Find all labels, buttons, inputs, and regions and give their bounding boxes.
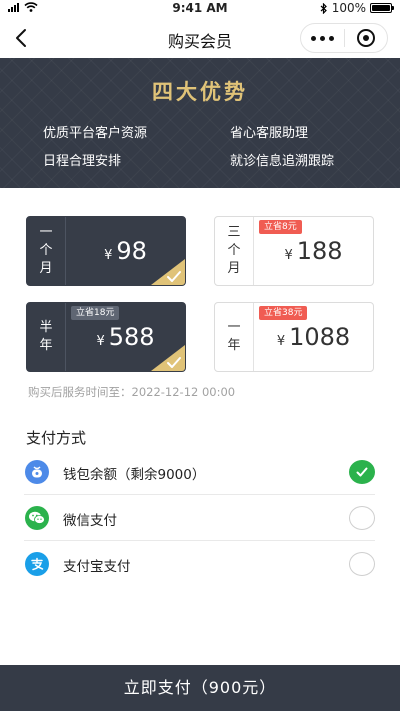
selected-check-icon [151,259,185,285]
radio-checked[interactable] [349,460,375,484]
plan-period: 一 年 [215,303,253,371]
banner-title: 四大优势 [152,80,248,104]
plan-period-char: 年 [227,338,241,353]
status-right: 100% [320,1,394,15]
nav-bar: 购买会员 [0,18,400,58]
payment-label: 微信支付 [63,513,117,529]
plan-period-char: 年 [39,338,53,353]
payment-section-title: 支付方式 [26,429,87,447]
plan-period: 三 个 月 [215,217,253,285]
plan-card-half-year[interactable]: 立省18元 半 年 ¥588 [26,302,186,372]
radio-unchecked[interactable] [349,506,375,530]
payment-label: 钱包余额（剩余9000） [63,467,206,483]
plan-period-char: 个 [227,243,241,258]
plan-card-1-month[interactable]: 一 个 月 ¥98 [26,216,186,286]
plan-period-char: 月 [227,261,241,276]
plan-period-char: 个 [39,243,53,258]
wechat-icon [25,506,49,530]
bluetooth-icon [320,2,327,14]
payment-option-wechat[interactable]: 微信支付 [24,495,375,541]
plan-period-char: 半 [39,320,53,335]
benefit-item: 就诊信息追溯跟踪 [230,154,335,169]
plan-card-3-months[interactable]: 立省8元 三 个 月 ¥188 [214,216,374,286]
plan-currency: ¥ [276,334,286,349]
close-button[interactable] [345,24,387,52]
plan-currency: ¥ [284,248,293,263]
payment-option-wallet[interactable]: 钱包余额（剩余9000） [24,449,375,495]
benefit-item: 日程合理安排 [43,154,122,169]
radio-unchecked[interactable] [349,552,375,576]
selected-check-icon [151,345,185,371]
wallet-icon [25,460,49,484]
plan-card-1-year[interactable]: 立省38元 一 年 ¥1088 [214,302,374,372]
alipay-icon [25,552,49,576]
plan-period: 一 个 月 [27,217,65,285]
plan-period-char: 一 [39,225,53,240]
more-dot-icon [320,35,325,41]
plan-period-char: 一 [227,320,241,335]
status-bar: 9:41 AM 100% [0,0,400,18]
discount-badge: 立省8元 [259,220,302,234]
battery-fill [372,5,390,11]
plan-currency: ¥ [96,334,105,349]
plan-period-char: 月 [39,261,53,276]
check-icon [356,467,368,477]
plan-period: 半 年 [27,303,65,371]
plan-amount: 188 [296,237,343,265]
more-dot-icon [329,35,334,41]
plan-amount: 1088 [289,323,351,351]
discount-badge: 立省18元 [71,306,120,320]
more-dot-icon [311,35,316,41]
plan-price: ¥188 [254,237,373,265]
target-close-icon [356,29,375,47]
payment-option-alipay[interactable]: 支付宝支付 [24,541,375,587]
battery-icon [370,3,394,13]
benefit-item: 省心客服助理 [230,126,309,141]
discount-badge: 立省38元 [259,306,308,320]
plan-amount: 98 [116,237,147,265]
plan-period-char: 三 [227,225,241,240]
mini-program-capsule [300,23,388,53]
plan-amount: 588 [108,323,155,351]
benefit-item: 优质平台客户资源 [43,126,148,141]
pay-now-button[interactable]: 立即支付（900元） [0,665,400,711]
benefits-banner: 四大优势 优质平台客户资源 省心客服助理 日程合理安排 就诊信息追溯跟踪 [0,58,400,188]
battery-percent: 100% [331,1,366,15]
plan-price: ¥1088 [254,323,373,351]
plan-currency: ¥ [104,248,113,263]
service-expiry-text: 购买后服务时间至：2022-12-12 00:00 [28,385,236,399]
more-button[interactable] [301,24,344,52]
payment-label: 支付宝支付 [63,559,131,575]
